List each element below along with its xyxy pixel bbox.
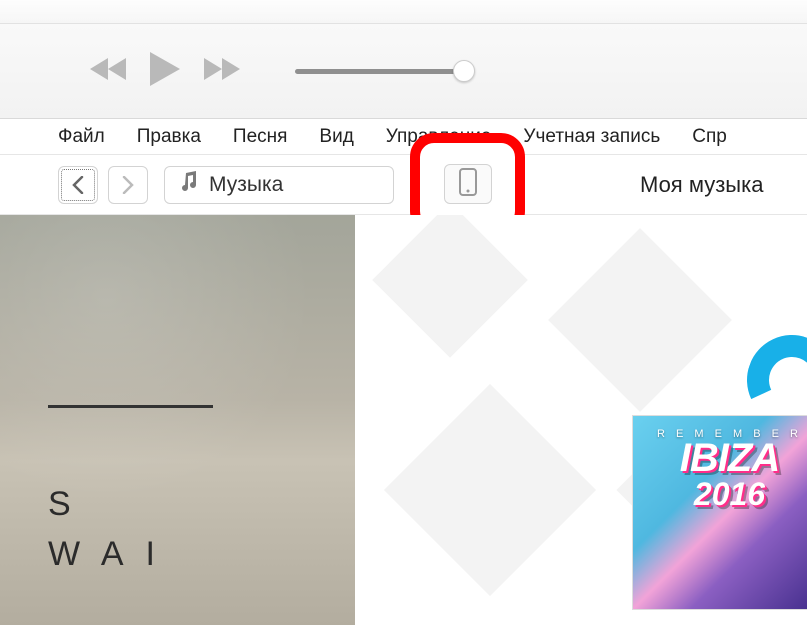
menu-account[interactable]: Учетная запись — [523, 126, 660, 148]
player-controls-bar — [0, 24, 807, 119]
menu-edit[interactable]: Правка — [137, 126, 201, 148]
volume-track[interactable] — [295, 69, 465, 74]
volume-slider[interactable] — [295, 69, 465, 74]
content-area: S WAI R E M E M B E R IBIZA 2016 — [0, 215, 807, 625]
album-cover[interactable]: R E M E M B E R IBIZA 2016 — [632, 415, 807, 610]
next-button[interactable] — [202, 56, 240, 87]
album-year: 2016 — [633, 476, 807, 513]
main-content-panel: R E M E M B E R IBIZA 2016 — [355, 215, 807, 625]
media-type-label: Музыка — [209, 173, 283, 197]
media-type-selector[interactable]: Музыка — [164, 166, 394, 204]
section-my-music[interactable]: Моя музыка — [640, 172, 763, 198]
volume-thumb[interactable] — [453, 60, 475, 82]
iphone-icon — [459, 168, 477, 201]
artwork-divider — [48, 405, 213, 408]
music-note-icon — [179, 171, 199, 199]
menu-song[interactable]: Песня — [233, 126, 288, 148]
artwork-text-line2: WAI — [48, 535, 177, 574]
window-titlebar — [0, 0, 807, 24]
forward-button[interactable] — [108, 166, 148, 204]
previous-button[interactable] — [90, 56, 128, 87]
album-artwork-panel: S WAI — [0, 215, 355, 625]
play-button[interactable] — [150, 52, 180, 91]
artwork-text-line1: S — [48, 485, 93, 524]
menu-file[interactable]: Файл — [58, 126, 105, 148]
menu-help[interactable]: Спр — [692, 126, 727, 148]
back-button[interactable] — [58, 166, 98, 204]
menu-bar: Файл Правка Песня Вид Управление Учетная… — [0, 119, 807, 155]
playback-controls — [90, 52, 240, 91]
menu-view[interactable]: Вид — [319, 126, 353, 148]
library-toolbar: Музыка Моя музыка — [0, 155, 807, 215]
device-button[interactable] — [444, 164, 492, 204]
album-title: IBIZA — [633, 440, 807, 476]
